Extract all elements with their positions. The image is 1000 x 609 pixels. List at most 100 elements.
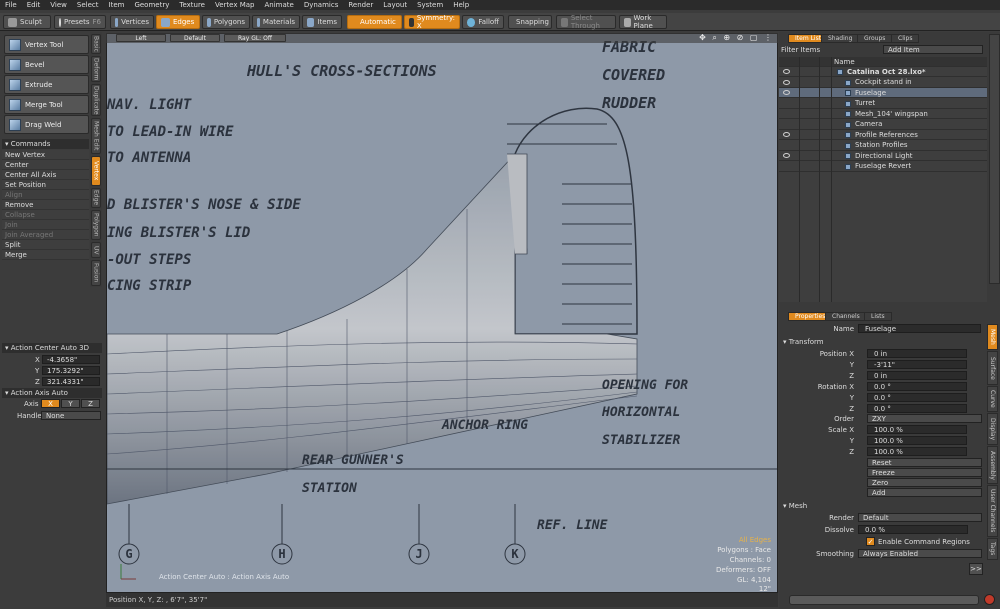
side-tab-tags[interactable]: Tags	[987, 538, 998, 560]
menu-texture[interactable]: Texture	[174, 1, 210, 9]
order-dropdown[interactable]: ZXY	[867, 414, 982, 423]
menu-view[interactable]: View	[45, 1, 72, 9]
scale-y-field[interactable]: 100.0 %	[867, 436, 967, 445]
scale-z-field[interactable]: 100.0 %	[867, 447, 967, 456]
handle-dropdown[interactable]: None	[41, 411, 101, 420]
side-tab-user-channels[interactable]: User Channels	[987, 485, 998, 537]
extrude-button[interactable]: Extrude	[4, 75, 89, 94]
item-list-row[interactable]: Cockpit stand in	[779, 78, 987, 88]
menu-dynamics[interactable]: Dynamics	[299, 1, 344, 9]
menu-vertex-map[interactable]: Vertex Map	[210, 1, 260, 9]
action-center-header[interactable]: ▾ Action Center Auto 3D	[2, 343, 102, 353]
command-item[interactable]: Center All Axis	[2, 170, 89, 180]
zero-dropdown[interactable]: Zero	[867, 478, 982, 487]
view-left-button[interactable]: Left	[116, 34, 166, 42]
action-axis-header[interactable]: ▾ Action Axis Auto	[2, 388, 102, 398]
command-item[interactable]: Remove	[2, 200, 89, 210]
menu-render[interactable]: Render	[343, 1, 378, 9]
rotation-z-field[interactable]: 0.0 °	[867, 404, 967, 413]
snapping-button[interactable]: Snapping	[508, 15, 552, 29]
side-tab-assembly[interactable]: Assembly	[987, 446, 998, 484]
item-list-row[interactable]: Catalina Oct 28.lxo*	[779, 67, 987, 77]
scale-x-field[interactable]: 100.0 %	[867, 425, 967, 434]
raygl-button[interactable]: Ray GL: Off	[224, 34, 286, 42]
side-tab-surface[interactable]: Surface	[987, 351, 998, 385]
command-item[interactable]: Join Averaged	[2, 230, 89, 240]
item-list-row[interactable]: Profile References	[779, 130, 987, 140]
select-through-button[interactable]: Select Through	[556, 14, 616, 30]
viewport-nav-icons[interactable]: ✥ ⌕ ⊕ ⊘ ▢ ⋮	[699, 33, 774, 43]
item-list-row[interactable]: Mesh_104' wingspan	[779, 109, 987, 119]
vertex-tool-button[interactable]: Vertex Tool	[4, 35, 89, 54]
menu-file[interactable]: File	[0, 1, 22, 9]
polygons-mode-button[interactable]: Polygons	[202, 15, 250, 29]
menu-edit[interactable]: Edit	[22, 1, 46, 9]
command-item[interactable]: Collapse	[2, 210, 89, 220]
visibility-eye-icon[interactable]	[783, 132, 790, 137]
item-list-row[interactable]: Station Profiles	[779, 141, 987, 151]
falloff-button[interactable]: Falloff	[462, 15, 504, 29]
view-default-button[interactable]: Default	[170, 34, 220, 42]
enable-command-regions-checkbox[interactable]: ✓	[866, 537, 875, 546]
mesh-section-header[interactable]: ▾ Mesh	[779, 501, 807, 510]
add-item-dropdown[interactable]: Add Item	[883, 45, 983, 54]
bevel-button[interactable]: Bevel	[4, 55, 89, 74]
filter-items-label[interactable]: Filter Items	[781, 46, 820, 54]
record-icon[interactable]	[984, 594, 995, 605]
axis-y-button[interactable]: Y	[61, 399, 80, 408]
presets-button[interactable]: Presets F6	[54, 15, 106, 29]
tab-vertex[interactable]: Vertex	[91, 156, 101, 186]
command-item[interactable]: Align	[2, 190, 89, 200]
visibility-eye-icon[interactable]	[783, 69, 790, 74]
command-item[interactable]: Join	[2, 220, 89, 230]
tab-clips[interactable]: Clips	[891, 34, 920, 43]
visibility-eye-icon[interactable]	[783, 90, 790, 95]
command-item[interactable]: Set Position	[2, 180, 89, 190]
position-x-field[interactable]: 0 in	[867, 349, 967, 358]
visibility-eye-icon[interactable]	[783, 153, 790, 158]
dissolve-field[interactable]: 0.0 %	[858, 525, 968, 534]
item-list-row[interactable]: Fuselage	[779, 88, 987, 98]
rotation-x-field[interactable]: 0.0 °	[867, 382, 967, 391]
item-list-row[interactable]: Camera	[779, 120, 987, 130]
tab-basic[interactable]: Basic	[91, 34, 101, 54]
work-plane-button[interactable]: Work Plane	[619, 14, 667, 30]
menu-select[interactable]: Select	[72, 1, 104, 9]
command-input[interactable]	[789, 595, 979, 605]
tab-channels[interactable]: Channels	[825, 312, 867, 321]
automatic-action-center-button[interactable]: Automatic	[347, 15, 402, 29]
materials-mode-button[interactable]: Materials	[252, 15, 300, 29]
smoothing-dropdown[interactable]: Always Enabled	[858, 549, 982, 558]
tab-mesh-edit[interactable]: Mesh Edit	[91, 118, 101, 154]
drag-weld-button[interactable]: Drag Weld	[4, 115, 89, 134]
more-button[interactable]: >>	[969, 563, 983, 575]
sculpt-button[interactable]: Sculpt	[3, 15, 51, 29]
menu-system[interactable]: System	[412, 1, 448, 9]
axis-z-button[interactable]: Z	[81, 399, 100, 408]
merge-tool-button[interactable]: Merge Tool	[4, 95, 89, 114]
item-list-row[interactable]: Directional Light	[779, 151, 987, 161]
tab-duplicate[interactable]: Duplicate	[91, 84, 101, 116]
edges-mode-button[interactable]: Edges	[156, 15, 200, 29]
tab-lists[interactable]: Lists	[864, 312, 892, 321]
reset-dropdown[interactable]: Reset	[867, 458, 982, 467]
side-tab-curve[interactable]: Curve	[987, 386, 998, 412]
menu-layout[interactable]: Layout	[378, 1, 412, 9]
render-dropdown[interactable]: Default	[858, 513, 982, 522]
side-tab-display[interactable]: Display	[987, 413, 998, 445]
position-y-field[interactable]: -3'11"	[867, 360, 967, 369]
3d-viewport[interactable]: HULL'S CROSS-SECTIONS FABRIC COVERED RUD…	[106, 33, 778, 593]
tab-groups[interactable]: Groups	[857, 34, 893, 43]
rotation-y-field[interactable]: 0.0 °	[867, 393, 967, 402]
action-center-y-field[interactable]: 175.3292"	[42, 366, 100, 375]
side-tab-mesh[interactable]: Mesh	[987, 324, 998, 350]
axis-x-button[interactable]: X	[41, 399, 60, 408]
command-item[interactable]: Merge	[2, 250, 89, 260]
action-center-z-field[interactable]: 321.4331"	[42, 377, 100, 386]
item-list-row[interactable]: Turret	[779, 99, 987, 109]
transform-section-header[interactable]: ▾ Transform	[779, 337, 824, 346]
item-list-scrollbar[interactable]	[989, 34, 1000, 284]
command-item[interactable]: New Vertex	[2, 150, 89, 160]
commands-header[interactable]: ▾ Commands	[2, 139, 89, 149]
menu-geometry[interactable]: Geometry	[129, 1, 174, 9]
